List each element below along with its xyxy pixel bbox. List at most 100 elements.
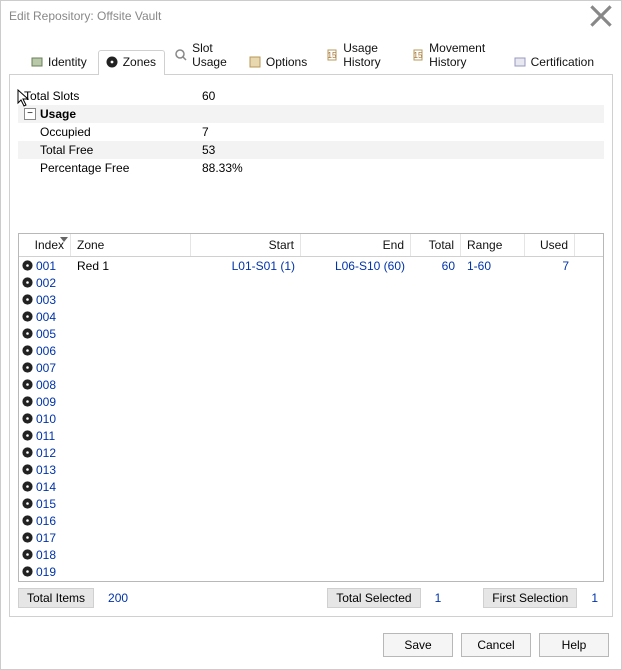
cell-index: 011: [19, 429, 71, 443]
identity-icon: [30, 55, 44, 69]
usage-history-icon: 15: [325, 48, 339, 62]
status-value: 1: [429, 589, 448, 607]
cell-index: 006: [19, 344, 71, 358]
tree-collapse-icon[interactable]: −: [24, 108, 36, 120]
table-row[interactable]: 005: [19, 325, 603, 342]
cell-index: 013: [19, 463, 71, 477]
cell-index: 016: [19, 514, 71, 528]
cell-index: 004: [19, 310, 71, 324]
summary-usage-group[interactable]: − Usage: [18, 105, 604, 123]
summary-label: Total Free: [18, 143, 198, 157]
titlebar: Edit Repository: Offsite Vault: [1, 1, 621, 31]
table-row[interactable]: 018: [19, 546, 603, 563]
window-title: Edit Repository: Offsite Vault: [9, 9, 161, 23]
status-label: First Selection: [483, 588, 577, 608]
tab-movement-history[interactable]: 15 Movement History: [404, 36, 503, 75]
table-row[interactable]: 012: [19, 444, 603, 461]
options-icon: [248, 55, 262, 69]
table-row[interactable]: 013: [19, 461, 603, 478]
tab-options[interactable]: Options: [241, 50, 316, 75]
col-end[interactable]: End: [301, 234, 411, 256]
summary-occupied: Occupied 7: [18, 123, 604, 141]
save-button[interactable]: Save: [383, 633, 453, 657]
cell-index: 015: [19, 497, 71, 511]
cell-start: L01-S01 (1): [191, 259, 301, 273]
cell-index: 001: [19, 259, 71, 273]
status-value: 1: [585, 589, 604, 607]
zones-icon: [105, 55, 119, 69]
col-start[interactable]: Start: [191, 234, 301, 256]
summary-value: 88.33%: [198, 161, 604, 175]
tab-zones[interactable]: Zones: [98, 50, 165, 75]
col-range[interactable]: Range: [461, 234, 525, 256]
summary-total-slots: Total Slots 60: [18, 87, 604, 105]
summary-value: 7: [198, 125, 604, 139]
cell-index: 002: [19, 276, 71, 290]
grid-statusbar: Total Items 200 Total Selected 1 First S…: [18, 588, 604, 608]
tab-label: Slot Usage: [192, 41, 230, 69]
tab-usage-history[interactable]: 15 Usage History: [318, 36, 402, 75]
tab-identity[interactable]: Identity: [23, 50, 96, 75]
table-row[interactable]: 015: [19, 495, 603, 512]
summary-value: 60: [198, 89, 604, 103]
col-used[interactable]: Used: [525, 234, 575, 256]
certification-icon: [513, 55, 527, 69]
table-row[interactable]: 001Red 1L01-S01 (1)L06-S10 (60)601-607: [19, 257, 603, 274]
table-row[interactable]: 019: [19, 563, 603, 580]
edit-repository-window: Edit Repository: Offsite Vault Identity …: [0, 0, 622, 670]
cell-index: 019: [19, 565, 71, 579]
tab-slot-usage[interactable]: Slot Usage: [167, 36, 239, 75]
table-row[interactable]: 009: [19, 393, 603, 410]
grid-body[interactable]: 001Red 1L01-S01 (1)L06-S10 (60)601-60700…: [19, 257, 603, 581]
table-row[interactable]: 011: [19, 427, 603, 444]
table-row[interactable]: 006: [19, 342, 603, 359]
table-row[interactable]: 002: [19, 274, 603, 291]
summary-usage-label: Usage: [40, 107, 76, 121]
summary-value: 53: [198, 143, 604, 157]
svg-text:15: 15: [414, 51, 423, 60]
cell-index: 017: [19, 531, 71, 545]
tab-certification[interactable]: Certification: [506, 50, 603, 75]
cell-end: L06-S10 (60): [301, 259, 411, 273]
summary-label: Total Slots: [18, 89, 198, 103]
status-label: Total Items: [18, 588, 94, 608]
cell-index: 005: [19, 327, 71, 341]
col-total[interactable]: Total: [411, 234, 461, 256]
table-row[interactable]: 007: [19, 359, 603, 376]
table-row[interactable]: 014: [19, 478, 603, 495]
movement-history-icon: 15: [411, 48, 425, 62]
cell-range: 1-60: [461, 259, 525, 273]
summary-percentage-free: Percentage Free 88.33%: [18, 159, 604, 177]
grid-header: Index Zone Start End Total Range Used: [19, 234, 603, 257]
table-row[interactable]: 016: [19, 512, 603, 529]
summary-label: Percentage Free: [18, 161, 198, 175]
table-row[interactable]: 003: [19, 291, 603, 308]
cell-index: 018: [19, 548, 71, 562]
svg-text:15: 15: [328, 51, 337, 60]
cell-zone: Red 1: [71, 259, 191, 273]
col-index[interactable]: Index: [19, 234, 71, 256]
cell-index: 009: [19, 395, 71, 409]
col-zone[interactable]: Zone: [71, 234, 191, 256]
tabbar: Identity Zones Slot Usage Options 15 Usa…: [9, 31, 613, 75]
tab-label: Certification: [531, 55, 594, 69]
status-label: Total Selected: [327, 588, 420, 608]
summary-total-free: Total Free 53: [18, 141, 604, 159]
status-first-selection: First Selection 1: [483, 588, 604, 608]
tab-label: Zones: [123, 55, 156, 69]
cancel-button[interactable]: Cancel: [461, 633, 531, 657]
cell-index: 010: [19, 412, 71, 426]
table-row[interactable]: 004: [19, 308, 603, 325]
close-icon[interactable]: [589, 4, 613, 28]
tab-label: Usage History: [343, 41, 393, 69]
table-row[interactable]: 010: [19, 410, 603, 427]
table-row[interactable]: 008: [19, 376, 603, 393]
cell-index: 007: [19, 361, 71, 375]
cell-used: 7: [525, 259, 575, 273]
table-row[interactable]: 020: [19, 580, 603, 581]
help-button[interactable]: Help: [539, 633, 609, 657]
summary-table: Total Slots 60 − Usage Occupied 7 Total …: [18, 87, 604, 177]
cell-index: 014: [19, 480, 71, 494]
status-total-selected: Total Selected 1: [327, 588, 447, 608]
table-row[interactable]: 017: [19, 529, 603, 546]
